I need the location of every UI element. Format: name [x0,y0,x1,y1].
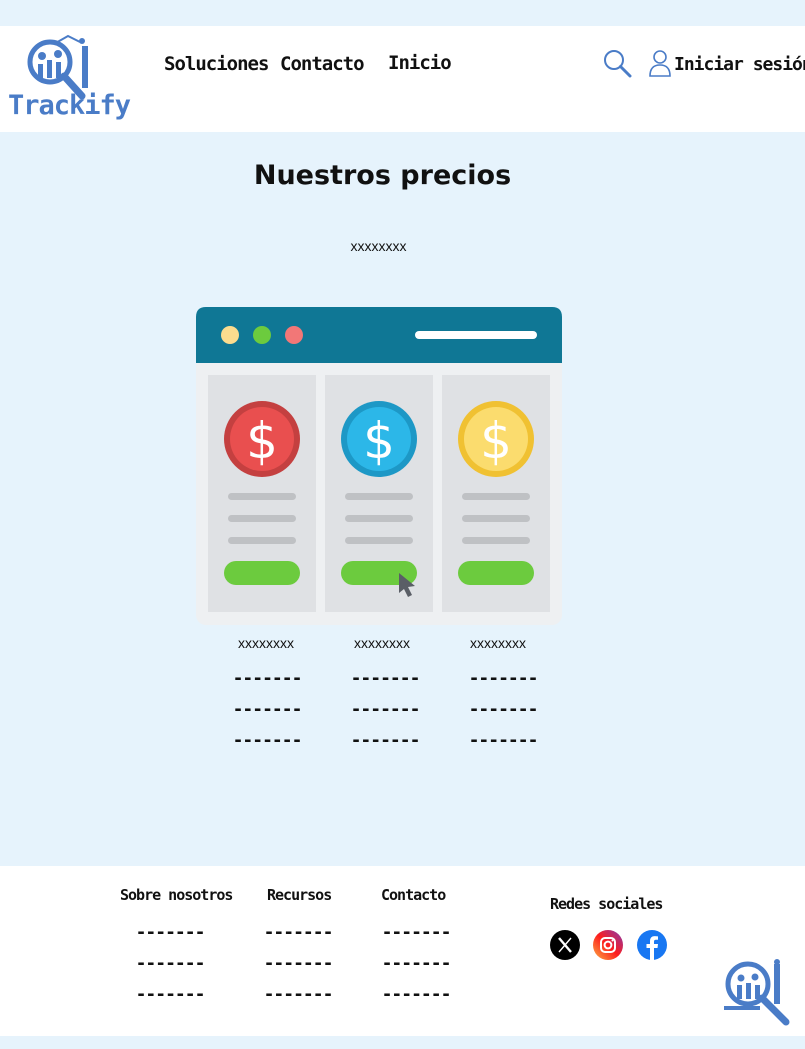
window-dot-green [253,326,271,344]
plan-card-illustration: $ [208,375,316,612]
footer-heading-recursos: Recursos [267,886,332,904]
plan-feature: ------- [350,668,421,689]
plan-name: xxxxxxxx [354,635,410,651]
footer-link[interactable]: ------- [115,984,225,1005]
footer-heading-sobre-nosotros: Sobre nosotros [120,886,233,904]
footer-link[interactable]: ------- [243,922,353,943]
footer-link[interactable]: ------- [115,922,225,943]
footer-logo-icon [724,959,790,1026]
plan-feature: ------- [468,699,539,720]
footer-link[interactable]: ------- [243,984,353,1005]
pricing-illustration: $ $ $ [196,307,562,625]
footer-link[interactable]: ------- [361,922,471,943]
plan-feature: ------- [468,730,539,751]
login-link[interactable]: Iniciar sesión [674,54,805,75]
plan-name: xxxxxxxx [238,635,294,651]
site-footer: Sobre nosotros Recursos Contacto -------… [0,866,805,1036]
trackify-logo[interactable]: Trackify [6,32,131,128]
window-dot-yellow [221,326,239,344]
plan-feature: ------- [232,730,303,751]
search-icon[interactable] [602,48,632,78]
brand-name: Trackify [8,90,131,121]
nav-soluciones[interactable]: Soluciones [164,53,269,75]
svg-text:$: $ [246,412,278,470]
site-header: Trackify Soluciones Contacto Inicio Inic… [0,26,805,132]
plan-feature: ------- [232,668,303,689]
nav-inicio[interactable]: Inicio [388,52,452,74]
plan-card-illustration: $ [325,375,433,612]
footer-heading-redes-sociales: Redes sociales [550,895,663,913]
window-dot-red [285,326,303,344]
instagram-icon[interactable] [592,929,624,961]
plan-feature: ------- [350,730,421,751]
plan-feature: ------- [350,699,421,720]
nav-contacto[interactable]: Contacto [280,53,365,75]
plan-feature: ------- [468,668,539,689]
plan-name: xxxxxxxx [470,635,526,651]
footer-link[interactable]: ------- [243,953,353,974]
page-subtitle: xxxxxxxx [350,238,407,254]
footer-heading-contacto: Contacto [381,886,446,904]
plan-card-illustration: $ [442,375,550,612]
user-icon[interactable] [649,49,671,77]
footer-link[interactable]: ------- [115,953,225,974]
svg-text:$: $ [363,412,395,470]
footer-link[interactable]: ------- [361,953,471,974]
facebook-icon[interactable] [636,929,668,961]
svg-text:$: $ [480,412,512,470]
address-bar [415,331,537,339]
footer-link[interactable]: ------- [361,984,471,1005]
x-icon[interactable] [549,929,581,961]
page-title: Nuestros precios [253,160,512,191]
plan-feature: ------- [232,699,303,720]
